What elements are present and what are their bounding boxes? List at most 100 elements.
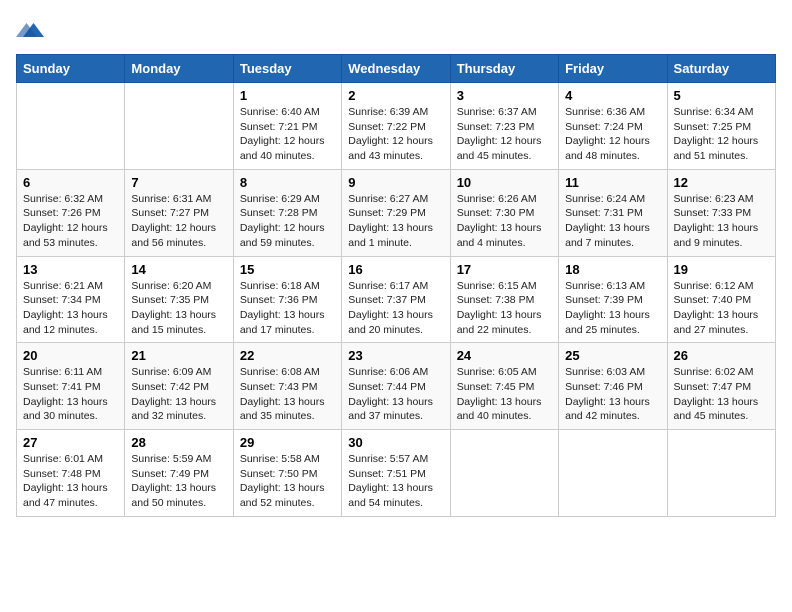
logo-icon [16,16,44,44]
day-info: Sunrise: 6:21 AM Sunset: 7:34 PM Dayligh… [23,279,118,338]
calendar-cell: 4 Sunrise: 6:36 AM Sunset: 7:24 PM Daylig… [559,83,667,170]
day-number: 22 [240,348,335,363]
calendar-cell: 8 Sunrise: 6:29 AM Sunset: 7:28 PM Daylig… [233,169,341,256]
calendar-cell: 2 Sunrise: 6:39 AM Sunset: 7:22 PM Daylig… [342,83,450,170]
day-number: 25 [565,348,660,363]
day-number: 4 [565,88,660,103]
weekday-header-saturday: Saturday [667,55,775,83]
calendar-cell: 10 Sunrise: 6:26 AM Sunset: 7:30 PM Dayli… [450,169,558,256]
weekday-header-friday: Friday [559,55,667,83]
calendar-cell: 26 Sunrise: 6:02 AM Sunset: 7:47 PM Dayli… [667,343,775,430]
calendar-cell: 25 Sunrise: 6:03 AM Sunset: 7:46 PM Dayli… [559,343,667,430]
calendar-cell: 6 Sunrise: 6:32 AM Sunset: 7:26 PM Daylig… [17,169,125,256]
calendar-cell: 15 Sunrise: 6:18 AM Sunset: 7:36 PM Dayli… [233,256,341,343]
day-info: Sunrise: 6:23 AM Sunset: 7:33 PM Dayligh… [674,192,769,251]
header [16,16,776,44]
day-number: 11 [565,175,660,190]
day-number: 1 [240,88,335,103]
day-number: 12 [674,175,769,190]
calendar-cell: 14 Sunrise: 6:20 AM Sunset: 7:35 PM Dayli… [125,256,233,343]
calendar-cell: 12 Sunrise: 6:23 AM Sunset: 7:33 PM Dayli… [667,169,775,256]
calendar-cell: 17 Sunrise: 6:15 AM Sunset: 7:38 PM Dayli… [450,256,558,343]
calendar-cell: 21Sunrise: 6:09 AM Sunset: 7:42 PM Dayli… [125,343,233,430]
calendar-cell: 24 Sunrise: 6:05 AM Sunset: 7:45 PM Dayli… [450,343,558,430]
day-number: 7 [131,175,226,190]
day-info: Sunrise: 6:17 AM Sunset: 7:37 PM Dayligh… [348,279,443,338]
day-number: 24 [457,348,552,363]
weekday-header-thursday: Thursday [450,55,558,83]
day-info: Sunrise: 6:08 AM Sunset: 7:43 PM Dayligh… [240,365,335,424]
calendar-cell: 20Sunrise: 6:11 AM Sunset: 7:41 PM Dayli… [17,343,125,430]
day-info: Sunrise: 6:24 AM Sunset: 7:31 PM Dayligh… [565,192,660,251]
day-info: Sunrise: 6:20 AM Sunset: 7:35 PM Dayligh… [131,279,226,338]
day-number: 8 [240,175,335,190]
day-number: 10 [457,175,552,190]
day-info: Sunrise: 6:03 AM Sunset: 7:46 PM Dayligh… [565,365,660,424]
day-info: Sunrise: 6:40 AM Sunset: 7:21 PM Dayligh… [240,105,335,164]
calendar-cell: 9Sunrise: 6:27 AM Sunset: 7:29 PM Daylig… [342,169,450,256]
calendar-table: SundayMondayTuesdayWednesdayThursdayFrid… [16,54,776,517]
day-info: Sunrise: 6:15 AM Sunset: 7:38 PM Dayligh… [457,279,552,338]
weekday-header-monday: Monday [125,55,233,83]
day-info: Sunrise: 6:06 AM Sunset: 7:44 PM Dayligh… [348,365,443,424]
weekday-header-tuesday: Tuesday [233,55,341,83]
calendar-cell: 28 Sunrise: 5:59 AM Sunset: 7:49 PM Dayli… [125,430,233,517]
weekday-header-sunday: Sunday [17,55,125,83]
day-number: 16 [348,262,443,277]
week-row-2: 6 Sunrise: 6:32 AM Sunset: 7:26 PM Daylig… [17,169,776,256]
day-info: Sunrise: 6:18 AM Sunset: 7:36 PM Dayligh… [240,279,335,338]
day-number: 27 [23,435,118,450]
weekday-header-wednesday: Wednesday [342,55,450,83]
calendar-cell: 5 Sunrise: 6:34 AM Sunset: 7:25 PM Daylig… [667,83,775,170]
day-info: Sunrise: 6:39 AM Sunset: 7:22 PM Dayligh… [348,105,443,164]
day-number: 26 [674,348,769,363]
day-info: Sunrise: 6:37 AM Sunset: 7:23 PM Dayligh… [457,105,552,164]
calendar-cell: 18 Sunrise: 6:13 AM Sunset: 7:39 PM Dayli… [559,256,667,343]
day-number: 5 [674,88,769,103]
day-info: Sunrise: 6:26 AM Sunset: 7:30 PM Dayligh… [457,192,552,251]
calendar-cell [125,83,233,170]
day-info: Sunrise: 6:12 AM Sunset: 7:40 PM Dayligh… [674,279,769,338]
calendar-cell [17,83,125,170]
day-number: 13 [23,262,118,277]
week-row-1: 1 Sunrise: 6:40 AM Sunset: 7:21 PM Daylig… [17,83,776,170]
calendar-cell [450,430,558,517]
calendar-cell: 7 Sunrise: 6:31 AM Sunset: 7:27 PM Daylig… [125,169,233,256]
week-row-5: 27 Sunrise: 6:01 AM Sunset: 7:48 PM Dayli… [17,430,776,517]
day-number: 17 [457,262,552,277]
calendar-cell: 3Sunrise: 6:37 AM Sunset: 7:23 PM Daylig… [450,83,558,170]
calendar-cell: 11 Sunrise: 6:24 AM Sunset: 7:31 PM Dayli… [559,169,667,256]
day-info: Sunrise: 6:32 AM Sunset: 7:26 PM Dayligh… [23,192,118,251]
calendar-cell: 30Sunrise: 5:57 AM Sunset: 7:51 PM Dayli… [342,430,450,517]
day-number: 18 [565,262,660,277]
day-info: Sunrise: 6:09 AM Sunset: 7:42 PM Dayligh… [131,365,226,424]
day-number: 20 [23,348,118,363]
day-info: Sunrise: 6:27 AM Sunset: 7:29 PM Dayligh… [348,192,443,251]
calendar-cell: 19Sunrise: 6:12 AM Sunset: 7:40 PM Dayli… [667,256,775,343]
day-number: 15 [240,262,335,277]
day-number: 29 [240,435,335,450]
calendar-cell: 23Sunrise: 6:06 AM Sunset: 7:44 PM Dayli… [342,343,450,430]
day-number: 6 [23,175,118,190]
day-number: 14 [131,262,226,277]
day-info: Sunrise: 6:01 AM Sunset: 7:48 PM Dayligh… [23,452,118,511]
day-info: Sunrise: 6:05 AM Sunset: 7:45 PM Dayligh… [457,365,552,424]
calendar-cell: 16 Sunrise: 6:17 AM Sunset: 7:37 PM Dayli… [342,256,450,343]
calendar-cell: 13 Sunrise: 6:21 AM Sunset: 7:34 PM Dayli… [17,256,125,343]
calendar-cell: 29 Sunrise: 5:58 AM Sunset: 7:50 PM Dayli… [233,430,341,517]
day-number: 2 [348,88,443,103]
weekday-header-row: SundayMondayTuesdayWednesdayThursdayFrid… [17,55,776,83]
calendar-cell: 1 Sunrise: 6:40 AM Sunset: 7:21 PM Daylig… [233,83,341,170]
week-row-3: 13 Sunrise: 6:21 AM Sunset: 7:34 PM Dayli… [17,256,776,343]
day-number: 28 [131,435,226,450]
calendar-cell: 22 Sunrise: 6:08 AM Sunset: 7:43 PM Dayli… [233,343,341,430]
day-info: Sunrise: 6:36 AM Sunset: 7:24 PM Dayligh… [565,105,660,164]
day-info: Sunrise: 6:02 AM Sunset: 7:47 PM Dayligh… [674,365,769,424]
day-info: Sunrise: 5:59 AM Sunset: 7:49 PM Dayligh… [131,452,226,511]
day-info: Sunrise: 6:13 AM Sunset: 7:39 PM Dayligh… [565,279,660,338]
day-info: Sunrise: 6:31 AM Sunset: 7:27 PM Dayligh… [131,192,226,251]
day-info: Sunrise: 5:58 AM Sunset: 7:50 PM Dayligh… [240,452,335,511]
day-info: Sunrise: 6:34 AM Sunset: 7:25 PM Dayligh… [674,105,769,164]
calendar-cell [559,430,667,517]
day-info: Sunrise: 6:29 AM Sunset: 7:28 PM Dayligh… [240,192,335,251]
